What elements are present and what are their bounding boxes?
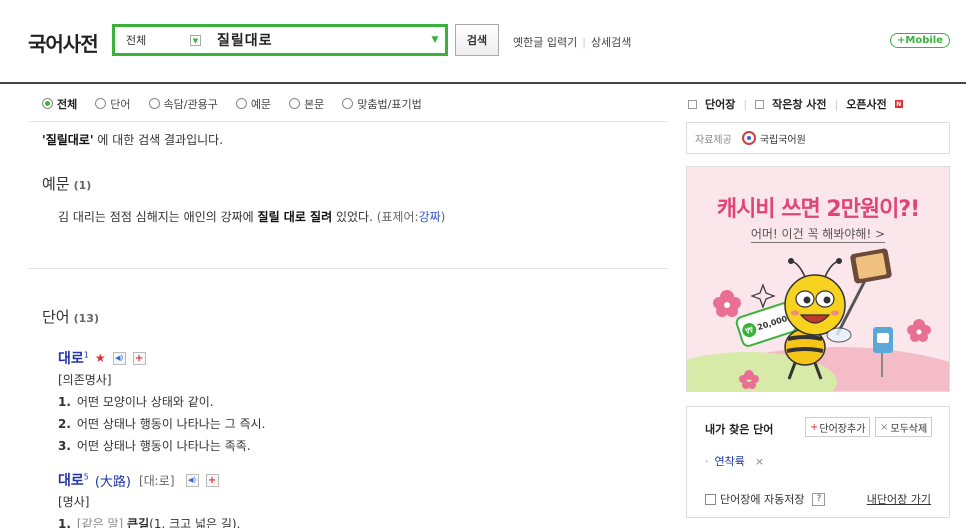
entry-headword[interactable]: 대로1	[58, 348, 89, 368]
add-to-wordbook-icon[interactable]: +	[205, 473, 219, 487]
flower-icon	[907, 319, 931, 342]
entry-hanja: (大路)	[94, 474, 132, 490]
words-section-title: 단어 (13)	[42, 308, 99, 326]
section-divider	[28, 268, 668, 269]
radio-icon	[342, 98, 354, 109]
star-icon: ★	[94, 351, 106, 365]
search-scope-select[interactable]: 전체 ▼	[115, 27, 207, 53]
data-provider-box: 자료제공 국립국어원	[686, 122, 950, 154]
filter-example[interactable]: 예문	[235, 96, 271, 112]
radio-icon	[95, 98, 107, 109]
old-hangul-input-link[interactable]: 옛한글 입력기	[513, 34, 577, 50]
wordbook-icon	[688, 99, 697, 109]
radio-icon	[148, 98, 160, 109]
bullet-icon: ·	[705, 455, 709, 468]
remove-word-icon[interactable]: ×	[755, 455, 764, 468]
delete-all-button[interactable]: × 모두삭제	[875, 417, 933, 437]
filter-idiom[interactable]: 속담/관용구	[148, 96, 218, 112]
add-to-wordbook-icon[interactable]: +	[132, 351, 146, 365]
example-sentence: 김 대리는 점점 심해지는 애인의 강짜에 질릴 대로 질려 있었다. (표제어…	[58, 210, 446, 224]
wordbook-link[interactable]: 단어장	[705, 96, 735, 112]
auto-save-label: 단어장에 자동저장	[720, 493, 805, 506]
search-term: 질릴대로	[45, 133, 90, 147]
filter-body[interactable]: 본문	[289, 96, 324, 112]
my-searched-words-box: 내가 찾은 단어 + 단어장추가 × 모두삭제 · 연착륙 × 단어장에 자동저장 ? …	[686, 406, 950, 518]
examples-count: (1)	[73, 179, 92, 192]
provider-label: 자료제공	[695, 134, 732, 146]
sidebar-tools: 단어장 | 작은창 사전 | 오픈사전 N	[688, 96, 903, 112]
filter-spelling[interactable]: 맞춤법/표기법	[342, 96, 422, 112]
part-of-speech: [명사]	[58, 495, 90, 509]
filter-all[interactable]: 전체	[42, 96, 77, 112]
search-result-summary: '질릴대로' 에 대한 검색 결과입니다.	[42, 133, 224, 147]
synonym-link[interactable]: 큰길	[127, 517, 149, 528]
advanced-search-link[interactable]: 상세검색	[591, 34, 631, 50]
flower-icon	[713, 290, 741, 317]
site-logo[interactable]: 국어사전	[28, 28, 99, 57]
separator: |	[582, 35, 586, 49]
open-dictionary-link[interactable]: 오픈사전	[846, 96, 886, 112]
words-count: (13)	[73, 312, 99, 325]
search-input[interactable]: 질릴대로	[207, 30, 425, 50]
header-links: 옛한글 입력기 | 상세검색	[513, 34, 631, 50]
filter-word[interactable]: 단어	[95, 96, 131, 112]
close-icon: ×	[880, 421, 889, 433]
definition: 3. 어떤 상태나 행동이 나타나는 족족.	[58, 439, 251, 453]
plus-icon: +	[810, 421, 819, 433]
definition: 1. [같은 말] 큰길(1. 크고 넓은 길).	[58, 515, 240, 528]
my-searched-words-title: 내가 찾은 단어	[705, 423, 774, 436]
speaker-icon[interactable]: ◀)	[112, 351, 126, 365]
header: 국어사전 전체 ▼ 질릴대로 ▼ 검색 옛한글 입력기 | 상세검색 +Mobi…	[0, 0, 966, 84]
definition: 1. 어떤 모양이나 상태와 같이.	[58, 395, 214, 409]
dropdown-icon: ▼	[190, 35, 201, 46]
autocomplete-toggle-icon[interactable]: ▼	[425, 35, 445, 45]
advertisement-banner[interactable]: 캐시비 쓰면 2만원이?! 어머! 이건 꼭 해봐야해! > ₩ 20,000	[686, 166, 950, 392]
entry-pronunciation: [대ː로]	[139, 473, 175, 488]
small-window-icon	[755, 99, 765, 109]
mobile-link[interactable]: +Mobile	[890, 33, 950, 48]
list-item: · 연착륙 ×	[705, 453, 764, 469]
small-window-link[interactable]: 작은창 사전	[772, 96, 826, 112]
searched-word-link[interactable]: 연착륙	[715, 455, 745, 468]
search-box: 전체 ▼ 질릴대로 ▼	[112, 24, 448, 56]
separator: |	[834, 97, 839, 111]
auto-save-checkbox[interactable]	[705, 493, 716, 505]
headword-link[interactable]: 강짜	[419, 210, 441, 224]
search-scope-label: 전체	[126, 34, 147, 47]
radio-icon	[235, 98, 247, 109]
nikl-logo-icon	[741, 131, 756, 145]
go-to-wordbook-link[interactable]: 내단어장 가기	[867, 491, 931, 507]
word-entry: 대로5 (大路) [대ː로] ◀) + [명사] 1. [같은 말] 큰길(1. …	[58, 472, 240, 528]
radio-icon	[289, 98, 301, 109]
ad-illustration: ₩ 20,000	[687, 248, 949, 391]
headword-reference: (표제어:강짜)	[372, 210, 446, 224]
help-icon[interactable]: ?	[812, 492, 826, 506]
radio-icon	[42, 98, 53, 109]
examples-section-title: 예문 (1)	[42, 175, 92, 193]
separator: |	[743, 97, 748, 111]
part-of-speech: [의존명사]	[58, 373, 112, 387]
speaker-icon[interactable]: ◀)	[185, 473, 199, 487]
search-filter-bar: 전체 단어 속담/관용구 예문 본문 맞춤법/표기법	[28, 86, 668, 122]
add-to-wordbook-button[interactable]: + 단어장추가	[805, 417, 871, 437]
auto-save-option: 단어장에 자동저장 ?	[705, 491, 826, 507]
entry-headword[interactable]: 대로5	[58, 470, 89, 490]
provider-org[interactable]: 국립국어원	[741, 131, 806, 146]
word-entry: 대로1 ★ ◀) + [의존명사] 1. 어떤 모양이나 상태와 같이. 2. 어떤…	[58, 350, 265, 454]
definition: 2. 어떤 상태나 행동이 나타나는 그 즉시.	[58, 417, 266, 431]
new-badge: N	[894, 100, 903, 108]
search-button[interactable]: 검색	[455, 24, 499, 56]
sparkle-icon	[750, 283, 776, 309]
